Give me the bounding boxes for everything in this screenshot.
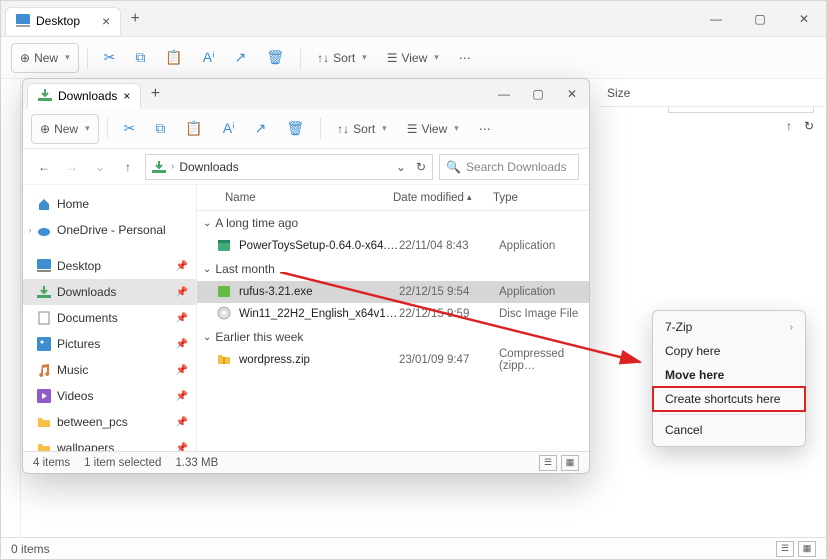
close-icon[interactable]: ×: [123, 89, 130, 103]
up-arrow[interactable]: ↑: [117, 160, 139, 174]
tree-item-onedrive-personal[interactable]: ›OneDrive - Personal: [23, 217, 196, 243]
tree-item-pictures[interactable]: Pictures📌: [23, 331, 196, 357]
col-date[interactable]: Date modified▴: [393, 192, 493, 204]
downloads-window: Downloads × + — ▢ ✕ ⊕ New ✂ ⧉ 📋 Aⁱ ↗ 🗑 ↑…: [22, 78, 590, 474]
back-tab[interactable]: Desktop ×: [5, 7, 121, 35]
tree-item-music[interactable]: Music📌: [23, 357, 196, 383]
more-button[interactable]: ⋯: [471, 114, 499, 144]
thumb-view-icon[interactable]: ▦: [561, 455, 579, 471]
ctx-move-here[interactable]: Move here: [653, 363, 805, 387]
front-search[interactable]: 🔍 Search Downloads: [439, 154, 579, 180]
ctx-7-zip[interactable]: 7-Zip›: [653, 315, 805, 339]
delete-icon[interactable]: 🗑: [278, 114, 312, 144]
forward-arrow[interactable]: →: [61, 160, 83, 174]
ctx-copy-here[interactable]: Copy here: [653, 339, 805, 363]
share-icon[interactable]: ↗: [227, 43, 255, 73]
maximize-button[interactable]: ▢: [521, 79, 555, 109]
group-header[interactable]: ⌄A long time ago: [197, 211, 589, 235]
context-menu: 7-Zip›Copy hereMove hereCreate shortcuts…: [652, 310, 806, 447]
tree-item-downloads[interactable]: Downloads📌: [23, 279, 196, 305]
sort-button[interactable]: ↑↓ Sort: [309, 43, 375, 73]
ctx-cancel[interactable]: Cancel: [653, 418, 805, 442]
column-headers: Name Date modified▴ Type: [197, 185, 589, 211]
new-button[interactable]: ⊕ New: [31, 114, 99, 144]
front-nav: ← → ⌄ ↑ › Downloads ⌄↻ 🔍 Search Download…: [23, 149, 589, 185]
file-row[interactable]: Win11_22H2_English_x64v1.iso22/12/15 9:5…: [197, 303, 589, 325]
back-nav: ↑ ↻: [786, 119, 814, 133]
breadcrumb[interactable]: Downloads: [179, 160, 238, 174]
close-icon[interactable]: ×: [102, 13, 110, 29]
tree-item-home[interactable]: Home: [23, 191, 196, 217]
new-tab-button[interactable]: +: [121, 10, 149, 28]
file-rows: ⌄A long time agoPowerToysSetup-0.64.0-x6…: [197, 211, 589, 451]
address-bar[interactable]: › Downloads ⌄↻: [145, 154, 433, 180]
back-window-controls: — ▢ ✕: [694, 1, 826, 37]
maximize-button[interactable]: ▢: [738, 1, 782, 37]
desktop-icon: [16, 14, 30, 28]
front-window-controls: — ▢ ✕: [487, 79, 589, 109]
cut-icon[interactable]: ✂: [116, 114, 144, 144]
front-toolbar: ⊕ New ✂ ⧉ 📋 Aⁱ ↗ 🗑 ↑↓ Sort ☰ View ⋯: [23, 109, 589, 149]
ctx-create-shortcuts-here[interactable]: Create shortcuts here: [653, 387, 805, 411]
tree-item-wallpapers[interactable]: wallpapers📌: [23, 435, 196, 451]
file-list: Name Date modified▴ Type ⌄A long time ag…: [197, 185, 589, 451]
refresh-icon[interactable]: ↻: [804, 119, 814, 133]
col-size[interactable]: Size: [607, 86, 630, 100]
back-arrow[interactable]: ←: [33, 160, 55, 174]
more-button[interactable]: ⋯: [451, 43, 479, 73]
new-button[interactable]: ⊕ New: [11, 43, 79, 73]
share-icon[interactable]: ↗: [247, 114, 275, 144]
addr-chevron-icon[interactable]: ⌄: [396, 160, 406, 174]
sort-button[interactable]: ↑↓ Sort: [329, 114, 395, 144]
rename-icon[interactable]: Aⁱ: [195, 43, 223, 73]
delete-icon[interactable]: 🗑: [258, 43, 292, 73]
file-row[interactable]: PowerToysSetup-0.64.0-x64.exe22/11/04 8:…: [197, 235, 589, 257]
back-titlebar: Desktop × + — ▢ ✕: [1, 1, 826, 37]
nav-tree: Home›OneDrive - Personal Desktop📌Download…: [23, 185, 197, 451]
item-count: 4 items: [33, 457, 70, 469]
thumb-view-icon[interactable]: ▦: [798, 541, 816, 557]
back-tab-title: Desktop: [36, 14, 80, 28]
paste-icon[interactable]: 📋: [177, 114, 210, 144]
selected-count: 1 item selected: [84, 457, 161, 469]
front-tab[interactable]: Downloads ×: [27, 83, 141, 109]
rename-icon[interactable]: Aⁱ: [215, 114, 243, 144]
group-header[interactable]: ⌄Earlier this week: [197, 325, 589, 349]
group-header[interactable]: ⌄Last month: [197, 257, 589, 281]
back-toolbar: ⊕ New ✂ ⧉ 📋 Aⁱ ↗ 🗑 ↑↓ Sort ☰ View ⋯: [1, 37, 826, 79]
col-name[interactable]: Name: [225, 192, 393, 204]
back-statusbar: 0 items ☰ ▦: [1, 537, 826, 559]
view-button[interactable]: ☰ View: [399, 114, 467, 144]
tree-item-desktop[interactable]: Desktop📌: [23, 253, 196, 279]
paste-icon[interactable]: 📋: [157, 43, 190, 73]
front-tab-title: Downloads: [58, 89, 117, 103]
downloads-icon: [38, 88, 52, 105]
details-view-icon[interactable]: ☰: [539, 455, 557, 471]
back-column-headers: Size: [599, 79, 826, 107]
front-titlebar: Downloads × + — ▢ ✕: [23, 79, 589, 109]
tree-item-documents[interactable]: Documents📌: [23, 305, 196, 331]
new-tab-button[interactable]: +: [141, 85, 169, 103]
search-icon: 🔍: [446, 160, 461, 174]
recent-dropdown[interactable]: ⌄: [89, 160, 111, 174]
file-row[interactable]: wordpress.zip23/01/09 9:47Compressed (zi…: [197, 349, 589, 371]
selection-size: 1.33 MB: [175, 457, 218, 469]
refresh-icon[interactable]: ↻: [416, 160, 426, 174]
minimize-button[interactable]: —: [487, 79, 521, 109]
col-type[interactable]: Type: [493, 192, 589, 204]
up-icon[interactable]: ↑: [786, 119, 792, 133]
cut-icon[interactable]: ✂: [96, 43, 124, 73]
minimize-button[interactable]: —: [694, 1, 738, 37]
tree-item-between-pcs[interactable]: between_pcs📌: [23, 409, 196, 435]
copy-icon[interactable]: ⧉: [127, 43, 153, 73]
close-button[interactable]: ✕: [555, 79, 589, 109]
copy-icon[interactable]: ⧉: [147, 114, 173, 144]
view-button[interactable]: ☰ View: [379, 43, 447, 73]
close-button[interactable]: ✕: [782, 1, 826, 37]
tree-item-videos[interactable]: Videos📌: [23, 383, 196, 409]
file-row[interactable]: rufus-3.21.exe22/12/15 9:54Application: [197, 281, 589, 303]
details-view-icon[interactable]: ☰: [776, 541, 794, 557]
back-item-count: 0 items: [11, 542, 50, 556]
front-statusbar: 4 items 1 item selected 1.33 MB ☰ ▦: [23, 451, 589, 473]
